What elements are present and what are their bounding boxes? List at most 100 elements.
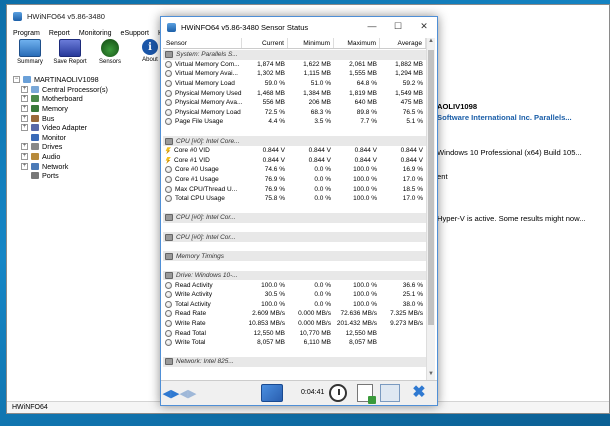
network-icon[interactable] bbox=[261, 384, 283, 402]
navigate-right-icon[interactable]: ◀▶ bbox=[180, 387, 197, 400]
navigate-left-icon[interactable]: ◀▶ bbox=[163, 387, 180, 400]
sensor-row[interactable]: Write Activity 30.5 % 0.0 % 100.0 % 25.1 % bbox=[163, 290, 426, 300]
tree-item-memory[interactable]: + Memory bbox=[11, 104, 161, 114]
tree-item-ports[interactable]: Ports bbox=[11, 171, 161, 181]
gauge-icon bbox=[165, 310, 172, 318]
toolbar-summary-button[interactable]: Summary bbox=[13, 39, 47, 65]
detail-computer-name: AOLIV1098 bbox=[437, 102, 478, 111]
toolbar-save-report-button[interactable]: Save Report bbox=[53, 39, 87, 65]
sensor-row[interactable]: Read Total 12,550 MB 10,770 MB 12,550 MB bbox=[163, 328, 426, 338]
menu-monitoring[interactable]: Monitoring bbox=[79, 30, 112, 37]
sensor-row[interactable]: Physical Memory Used 1,468 MB 1,384 MB 1,81… bbox=[163, 88, 426, 98]
expand-icon[interactable]: + bbox=[21, 153, 28, 161]
scroll-thumb[interactable] bbox=[428, 50, 434, 325]
report-icon[interactable] bbox=[357, 384, 376, 404]
sensor-row[interactable]: Virtual Memory Avai... 1,302 MB 1,115 MB 1,… bbox=[163, 69, 426, 79]
tree-item-motherboard[interactable]: + Motherboard bbox=[11, 94, 161, 104]
tree-item-central-processor-s[interactable]: + Central Processor(s) bbox=[11, 85, 161, 95]
toolbar-label: Save Report bbox=[53, 59, 87, 65]
tree-item-drives[interactable]: + Drives bbox=[11, 142, 161, 152]
sensor-maximum: 100.0 % bbox=[353, 166, 377, 174]
clock-icon[interactable] bbox=[329, 384, 347, 402]
sensor-maximum: 89.8 % bbox=[356, 108, 377, 116]
sensor-minimum: 0.0 % bbox=[314, 195, 331, 203]
gauge-icon bbox=[165, 118, 172, 126]
sensor-row[interactable]: Max CPU/Thread U... 76.9 % 0.0 % 100.0 % 18.… bbox=[163, 184, 426, 194]
sensor-row[interactable]: Total Activity 100.0 % 0.0 % 100.0 % 38.0 % bbox=[163, 299, 426, 309]
expand-icon[interactable]: + bbox=[21, 85, 28, 93]
sensor-row[interactable]: Write Total 8,057 MB 6,110 MB 8,057 MB bbox=[163, 338, 426, 348]
menu-report[interactable]: Report bbox=[49, 30, 70, 37]
sensor-row[interactable]: Read Rate 2.609 MB/s 0.000 MB/s 72.636 MB/s… bbox=[163, 309, 426, 319]
sensor-row[interactable]: Physical Memory Load 72.5 % 68.3 % 89.8 % 76… bbox=[163, 108, 426, 118]
sensor-name: Physical Memory Ava... bbox=[175, 99, 242, 107]
row-spacer bbox=[163, 127, 426, 137]
sensor-window-title: HWiNFO64 v5.86-3480 Sensor Status bbox=[181, 22, 309, 32]
expand-icon[interactable]: + bbox=[21, 143, 28, 151]
reset-icon[interactable] bbox=[380, 384, 400, 402]
expand-icon[interactable]: + bbox=[21, 162, 28, 170]
sensor-current: 2.609 MB/s bbox=[252, 310, 285, 318]
sensor-current: 74.6 % bbox=[264, 166, 285, 174]
sensor-group-header[interactable]: CPU [#0]: Intel Cor... bbox=[163, 232, 426, 242]
close-sensors-icon[interactable]: ✖ bbox=[411, 385, 427, 401]
column-header-minimum[interactable]: Minimum bbox=[288, 38, 334, 48]
sensor-row[interactable]: Virtual Memory Com... 1,874 MB 1,622 MB 2,0… bbox=[163, 60, 426, 70]
sensor-row[interactable]: Core #0 VID 0.844 V 0.844 V 0.844 V 0.844 V bbox=[163, 146, 426, 156]
expand-icon[interactable] bbox=[21, 172, 28, 179]
gauge-icon bbox=[165, 300, 172, 308]
toolbar-label: Summary bbox=[17, 59, 43, 65]
sensor-maximum: 8,057 MB bbox=[349, 339, 377, 347]
column-header-maximum[interactable]: Maximum bbox=[334, 38, 380, 48]
expand-icon[interactable]: + bbox=[21, 105, 28, 113]
sensor-row[interactable]: Physical Memory Ava... 556 MB 206 MB 640 MB… bbox=[163, 98, 426, 108]
expand-icon[interactable]: + bbox=[21, 95, 28, 103]
sensor-row[interactable]: Read Activity 100.0 % 0.0 % 100.0 % 36.6 % bbox=[163, 280, 426, 290]
close-icon[interactable]: ✕ bbox=[411, 17, 437, 35]
maximize-icon[interactable]: ☐ bbox=[385, 17, 411, 35]
sensor-group-header[interactable]: Network: Intel 825... bbox=[163, 357, 426, 367]
gauge-icon bbox=[165, 176, 172, 184]
sensor-group-header[interactable]: CPU [#0]: Intel Cor... bbox=[163, 213, 426, 223]
sensor-row[interactable]: Core #0 Usage 74.6 % 0.0 % 100.0 % 16.9 % bbox=[163, 165, 426, 175]
sensor-group-header[interactable]: Memory Timings bbox=[163, 251, 426, 262]
sensor-row[interactable]: Page File Usage 4.4 % 3.5 % 7.7 % 5.1 % bbox=[163, 117, 426, 127]
sensor-minimum: 0.0 % bbox=[314, 291, 331, 299]
sensor-minimum: 1,384 MB bbox=[303, 89, 331, 97]
sensor-row[interactable]: Core #1 Usage 76.9 % 0.0 % 100.0 % 17.0 % bbox=[163, 175, 426, 185]
column-header-average[interactable]: Average bbox=[380, 38, 426, 48]
tree-item-network[interactable]: + Network bbox=[11, 161, 161, 171]
collapse-icon[interactable]: − bbox=[13, 76, 20, 84]
menu-program[interactable]: Program bbox=[13, 30, 40, 37]
sensor-average: 36.6 % bbox=[402, 281, 423, 289]
column-header-sensor[interactable]: Sensor bbox=[163, 38, 242, 48]
tree-item-monitor[interactable]: Monitor bbox=[11, 133, 161, 143]
sensor-maximum: 640 MB bbox=[354, 99, 377, 107]
toolbar-sensors-button[interactable]: Sensors bbox=[93, 39, 127, 65]
scroll-down-icon[interactable]: ▼ bbox=[427, 371, 435, 380]
sensor-row[interactable]: Core #1 VID 0.844 V 0.844 V 0.844 V 0.844 V bbox=[163, 156, 426, 166]
sensor-row[interactable]: Write Rate 10.853 MB/s 0.000 MB/s 201.432 M… bbox=[163, 319, 426, 329]
sensor-title-bar[interactable]: HWiNFO64 v5.86-3480 Sensor Status — ☐ ✕ bbox=[161, 17, 437, 37]
tree-item-audio[interactable]: + Audio bbox=[11, 152, 161, 162]
menu-esupport[interactable]: eSupport bbox=[121, 30, 149, 37]
sensor-group-header[interactable]: Drive: Windows 10-... bbox=[163, 270, 426, 281]
expand-icon[interactable]: + bbox=[21, 114, 28, 122]
sensor-current: 76.9 % bbox=[264, 176, 285, 184]
tree-item-bus[interactable]: + Bus bbox=[11, 113, 161, 123]
main-window-title: HWiNFO64 v5.86-3480 bbox=[27, 11, 105, 21]
sensor-group-header[interactable]: CPU [#0]: Intel Core... bbox=[163, 136, 426, 146]
sensor-row[interactable]: Total CPU Usage 75.8 % 0.0 % 100.0 % 17.0 % bbox=[163, 194, 426, 204]
expand-icon[interactable] bbox=[21, 134, 28, 141]
tree-root-computer[interactable]: − MARTINAOLIV1098 bbox=[11, 75, 161, 85]
sensor-row[interactable]: Virtual Memory Load 59.0 % 51.0 % 64.8 % 59.… bbox=[163, 79, 426, 89]
sensor-scrollbar[interactable]: ▲ ▼ bbox=[426, 38, 435, 380]
tree-item-video-adapter[interactable]: + Video Adapter bbox=[11, 123, 161, 133]
expand-icon[interactable]: + bbox=[21, 124, 28, 132]
tree-label: Bus bbox=[42, 113, 55, 123]
column-header-current[interactable]: Current bbox=[242, 38, 288, 48]
sensor-name: Core #0 Usage bbox=[175, 166, 219, 174]
scroll-up-icon[interactable]: ▲ bbox=[427, 38, 435, 47]
minimize-icon[interactable]: — bbox=[359, 17, 385, 35]
sensor-group-header[interactable]: System: Parallels S... bbox=[163, 50, 426, 60]
